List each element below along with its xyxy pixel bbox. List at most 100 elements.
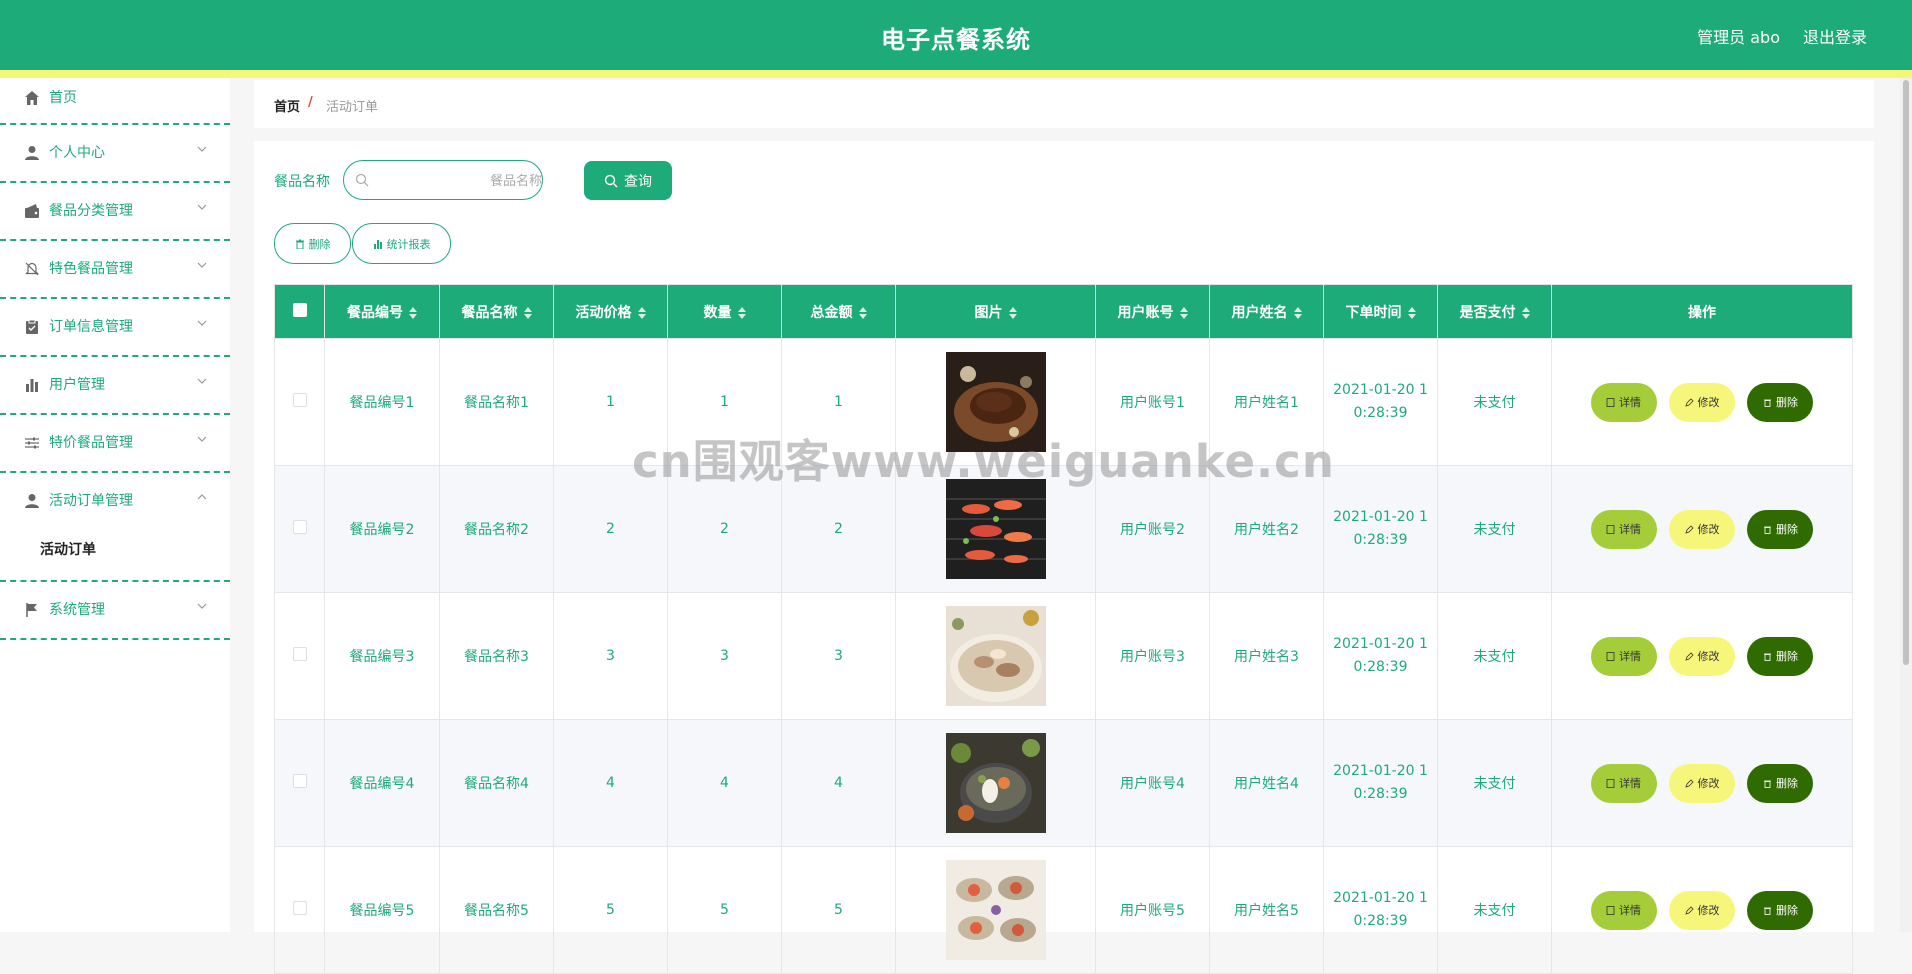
row-checkbox[interactable] bbox=[292, 774, 307, 788]
column-header[interactable]: 餐品名称 bbox=[439, 284, 554, 339]
page-scrollbar[interactable] bbox=[1900, 78, 1912, 932]
select-all-checkbox[interactable] bbox=[292, 302, 307, 317]
column-header[interactable]: 图片 bbox=[895, 284, 1096, 339]
user-icon bbox=[25, 146, 39, 160]
table-row: 餐品编号5 餐品名称5 5 5 5 用户账号5 用户姓名5 2021-01-20… bbox=[274, 846, 1853, 974]
column-header[interactable]: 数量 bbox=[667, 284, 782, 339]
search-button[interactable]: 查询 bbox=[584, 161, 672, 200]
sort-icon[interactable] bbox=[1293, 306, 1302, 319]
row-select-cell bbox=[274, 465, 325, 593]
cell-paid: 未支付 bbox=[1437, 592, 1552, 720]
sort-icon[interactable] bbox=[1179, 306, 1188, 319]
delete-button[interactable]: 删除 bbox=[1747, 509, 1814, 549]
sidebar-item-activity-orders[interactable]: 活动订单管理 活动订单 bbox=[0, 473, 230, 582]
current-user: 管理员 abo bbox=[1697, 28, 1780, 47]
row-checkbox[interactable] bbox=[292, 647, 307, 661]
column-header[interactable]: 用户账号 bbox=[1095, 284, 1210, 339]
edit-button[interactable]: 修改 bbox=[1669, 636, 1735, 676]
detail-button[interactable]: 详情 bbox=[1590, 382, 1657, 422]
detail-button[interactable]: 详情 bbox=[1590, 763, 1657, 803]
cell-time: 2021-01-20 1 0:28:39 bbox=[1323, 465, 1438, 593]
cell-paid: 未支付 bbox=[1437, 846, 1552, 974]
delete-button[interactable]: 删除 bbox=[1747, 763, 1814, 803]
stats-report-button[interactable]: 统计报表 bbox=[352, 223, 451, 264]
sidebar-item-label: 餐品分类管理 bbox=[49, 203, 133, 219]
delete-button[interactable]: 删除 bbox=[1747, 890, 1814, 930]
submenu-item-activity-order[interactable]: 活动订单 bbox=[40, 539, 96, 559]
sort-icon[interactable] bbox=[1008, 306, 1017, 319]
sort-icon[interactable] bbox=[523, 306, 532, 319]
cell-paid: 未支付 bbox=[1437, 338, 1552, 466]
sort-icon[interactable] bbox=[1521, 306, 1530, 319]
sidebar-item-featured[interactable]: 特色餐品管理 bbox=[0, 241, 230, 299]
chevron-down-icon bbox=[197, 603, 207, 609]
cell-account: 用户账号3 bbox=[1095, 592, 1210, 720]
chevron-down-icon bbox=[197, 436, 207, 442]
search-input[interactable] bbox=[343, 160, 543, 200]
document-icon bbox=[1606, 397, 1615, 407]
row-select-cell bbox=[274, 719, 325, 847]
sidebar-item-special[interactable]: 特价餐品管理 bbox=[0, 415, 230, 473]
cell-price: 3 bbox=[553, 592, 668, 720]
user-icon bbox=[25, 494, 39, 508]
sort-icon[interactable] bbox=[1407, 306, 1416, 319]
sort-icon[interactable] bbox=[637, 306, 646, 319]
column-header: 操作 bbox=[1551, 284, 1853, 339]
select-all-cell[interactable] bbox=[274, 284, 325, 339]
delete-button[interactable]: 删除 bbox=[1747, 636, 1814, 676]
search-button-label: 查询 bbox=[624, 172, 652, 189]
sidebar-item-system[interactable]: 系统管理 bbox=[0, 582, 230, 640]
edit-button[interactable]: 修改 bbox=[1669, 382, 1735, 422]
cell-image bbox=[895, 719, 1096, 847]
logout-link[interactable]: 退出登录 bbox=[1803, 24, 1867, 48]
sort-icon[interactable] bbox=[409, 306, 417, 319]
batch-delete-button[interactable]: 删除 bbox=[274, 223, 351, 264]
cell-actions: 详情 修改 删除 bbox=[1551, 592, 1853, 720]
chevron-down-icon bbox=[197, 320, 207, 326]
row-checkbox[interactable] bbox=[292, 901, 307, 915]
food-image-hotpot bbox=[945, 606, 1046, 706]
food-image-oysters bbox=[945, 860, 1046, 960]
cell-qty: 2 bbox=[667, 465, 782, 593]
sort-icon[interactable] bbox=[737, 306, 746, 319]
cell-name: 餐品名称5 bbox=[439, 846, 554, 974]
cell-name: 餐品名称2 bbox=[439, 465, 554, 593]
cell-account: 用户账号2 bbox=[1095, 465, 1210, 593]
detail-button[interactable]: 详情 bbox=[1590, 509, 1657, 549]
detail-button[interactable]: 详情 bbox=[1590, 890, 1657, 930]
sidebar-item-label: 个人中心 bbox=[49, 145, 105, 161]
edit-button[interactable]: 修改 bbox=[1669, 890, 1735, 930]
top-header: 电子点餐系统 管理员 abo 退出登录 bbox=[0, 0, 1912, 78]
column-header[interactable]: 是否支付 bbox=[1437, 284, 1552, 339]
sidebar-item-users[interactable]: 用户管理 bbox=[0, 357, 230, 415]
cell-username: 用户姓名5 bbox=[1209, 846, 1324, 974]
sidebar-item-profile[interactable]: 个人中心 bbox=[0, 125, 230, 183]
sort-icon[interactable] bbox=[858, 306, 867, 319]
breadcrumb-home[interactable]: 首页 bbox=[274, 96, 300, 115]
header-accent-bar bbox=[0, 70, 1912, 78]
sidebar-item-category[interactable]: 餐品分类管理 bbox=[0, 183, 230, 241]
detail-button[interactable]: 详情 bbox=[1590, 636, 1657, 676]
delete-button[interactable]: 删除 bbox=[1747, 382, 1814, 422]
sidebar-item-orders[interactable]: 订单信息管理 bbox=[0, 299, 230, 357]
edit-button[interactable]: 修改 bbox=[1669, 763, 1735, 803]
column-header[interactable]: 活动价格 bbox=[553, 284, 668, 339]
cell-qty: 4 bbox=[667, 719, 782, 847]
cell-name: 餐品名称4 bbox=[439, 719, 554, 847]
scrollbar-thumb[interactable] bbox=[1903, 80, 1909, 665]
app-title: 电子点餐系统 bbox=[881, 26, 1031, 54]
edit-button[interactable]: 修改 bbox=[1669, 509, 1735, 549]
cell-code: 餐品编号1 bbox=[324, 338, 440, 466]
row-checkbox[interactable] bbox=[292, 520, 307, 534]
search-icon bbox=[355, 173, 369, 187]
sidebar: 首页 个人中心 餐品分类管理 特色餐品管理 订单信息管理 用户管理 特价餐品管理… bbox=[0, 78, 230, 932]
row-checkbox[interactable] bbox=[292, 393, 307, 407]
column-header[interactable]: 餐品编号 bbox=[324, 284, 440, 339]
column-header[interactable]: 用户姓名 bbox=[1209, 284, 1324, 339]
cell-paid: 未支付 bbox=[1437, 465, 1552, 593]
stats-report-label: 统计报表 bbox=[386, 237, 431, 251]
column-header[interactable]: 下单时间 bbox=[1323, 284, 1438, 339]
column-header[interactable]: 总金额 bbox=[781, 284, 896, 339]
sidebar-item-home[interactable]: 首页 bbox=[0, 78, 230, 125]
cell-actions: 详情 修改 删除 bbox=[1551, 719, 1853, 847]
